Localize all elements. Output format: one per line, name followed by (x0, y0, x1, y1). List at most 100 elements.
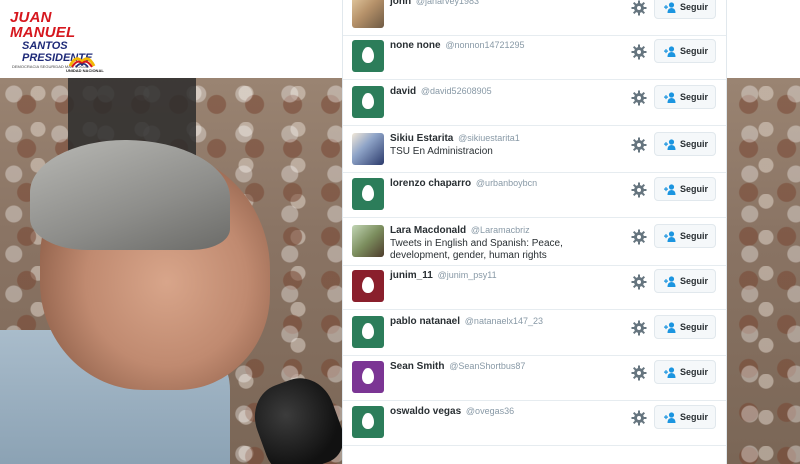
follow-button-label: Seguir (680, 276, 709, 286)
user-avatar[interactable] (352, 316, 384, 348)
follow-button[interactable]: Seguir (654, 269, 716, 293)
user-fullname[interactable]: none none (390, 40, 441, 51)
user-avatar[interactable] (352, 270, 384, 302)
add-user-icon (664, 92, 676, 103)
user-row[interactable]: oswaldo vegas @ovegas36 Seguir (343, 400, 726, 446)
gear-icon[interactable] (631, 90, 647, 106)
user-row[interactable]: none none @nonnon14721295 Seguir (343, 34, 726, 80)
follow-button[interactable]: Seguir (654, 177, 716, 201)
user-row[interactable]: lorenzo chaparro @urbanboybcn Seguir (343, 172, 726, 218)
party-name: UNIDAD NACIONAL (66, 68, 104, 73)
user-handle[interactable]: @nonnon14721295 (445, 40, 524, 50)
user-handle[interactable]: @sikiuestarita1 (458, 133, 520, 143)
user-fullname[interactable]: Lara Macdonald (390, 225, 466, 236)
party-logo-icon (68, 57, 96, 68)
logo-line-1: JUAN MANUEL (10, 9, 76, 41)
user-fullname[interactable]: oswaldo vegas (390, 406, 461, 417)
gear-icon[interactable] (631, 410, 647, 426)
follow-button-label: Seguir (680, 367, 709, 377)
gear-icon[interactable] (631, 320, 647, 336)
user-row[interactable]: junim_11 @junim_psy11 Seguir (343, 264, 726, 310)
add-user-icon (664, 46, 676, 57)
default-egg-icon (362, 323, 374, 339)
follow-button[interactable]: Seguir (654, 405, 716, 429)
user-handle[interactable]: @david52608905 (421, 86, 492, 96)
user-avatar[interactable] (352, 0, 384, 28)
gear-icon[interactable] (631, 44, 647, 60)
gear-icon[interactable] (631, 137, 647, 153)
user-fullname[interactable]: lorenzo chaparro (390, 178, 471, 189)
add-user-icon (664, 276, 676, 287)
user-row[interactable]: Lara Macdonald @Laramacbriz Tweets in Eng… (343, 219, 726, 266)
follow-button[interactable]: Seguir (654, 85, 716, 109)
gear-icon[interactable] (631, 182, 647, 198)
follow-button-label: Seguir (680, 231, 709, 241)
user-handle[interactable]: @jaharvey1983 (416, 0, 479, 6)
add-user-icon (664, 412, 676, 423)
user-name-line: david @david52608905 (390, 86, 492, 97)
user-handle[interactable]: @Laramacbriz (471, 225, 530, 235)
user-bio: TSU En Administracion (390, 146, 493, 157)
user-fullname[interactable]: david (390, 86, 416, 97)
default-egg-icon (362, 185, 374, 201)
user-avatar[interactable] (352, 225, 384, 257)
user-avatar[interactable] (352, 178, 384, 210)
user-name-line: pablo natanael @natanaelx147_23 (390, 316, 543, 327)
user-avatar[interactable] (352, 406, 384, 438)
add-user-icon (664, 322, 676, 333)
gear-icon[interactable] (631, 365, 647, 381)
user-handle[interactable]: @junim_psy11 (438, 270, 497, 280)
user-name-line: Lara Macdonald @Laramacbriz (390, 225, 530, 236)
default-egg-icon (362, 93, 374, 109)
user-name-line: none none @nonnon14721295 (390, 40, 525, 51)
speaker-hair (30, 140, 230, 250)
user-name-line: john @jaharvey1983 (390, 0, 479, 7)
follow-button-label: Seguir (680, 92, 709, 102)
default-egg-icon (362, 368, 374, 384)
user-avatar[interactable] (352, 86, 384, 118)
follow-suggestions-list: john @jaharvey1983 Seguir none none @nonno… (342, 0, 727, 464)
follow-button-label: Seguir (680, 2, 709, 12)
user-fullname[interactable]: pablo natanael (390, 316, 460, 327)
gear-icon[interactable] (631, 274, 647, 290)
user-fullname[interactable]: Sean Smith (390, 361, 444, 372)
follow-button[interactable]: Seguir (654, 360, 716, 384)
follow-button[interactable]: Seguir (654, 315, 716, 339)
default-egg-icon (362, 47, 374, 63)
add-user-icon (664, 2, 676, 13)
user-handle[interactable]: @natanaelx147_23 (465, 316, 543, 326)
add-user-icon (664, 184, 676, 195)
follow-button[interactable]: Seguir (654, 0, 716, 19)
follow-button-label: Seguir (680, 46, 709, 56)
user-handle[interactable]: @ovegas36 (466, 406, 514, 416)
user-fullname[interactable]: john (390, 0, 411, 7)
follow-button[interactable]: Seguir (654, 39, 716, 63)
add-user-icon (664, 367, 676, 378)
user-row[interactable]: john @jaharvey1983 Seguir (343, 0, 726, 36)
follow-button[interactable]: Seguir (654, 132, 716, 156)
user-bio: Tweets in English and Spanish: Peace, de… (390, 238, 563, 261)
user-row[interactable]: pablo natanael @natanaelx147_23 Seguir (343, 310, 726, 356)
user-fullname[interactable]: junim_11 (390, 270, 433, 281)
user-row[interactable]: Sikiu Estarita @sikiuestarita1 TSU En Adm… (343, 127, 726, 173)
user-name-line: Sean Smith @SeanShortbus87 (390, 361, 525, 372)
user-avatar[interactable] (352, 133, 384, 165)
user-avatar[interactable] (352, 361, 384, 393)
user-handle[interactable]: @urbanboybcn (476, 178, 537, 188)
default-egg-icon (362, 413, 374, 429)
gear-icon[interactable] (631, 229, 647, 245)
add-user-icon (664, 139, 676, 150)
user-row[interactable]: david @david52608905 Seguir (343, 80, 726, 126)
follow-button-label: Seguir (680, 139, 709, 149)
user-handle[interactable]: @SeanShortbus87 (449, 361, 525, 371)
user-row[interactable]: Sean Smith @SeanShortbus87 Seguir (343, 355, 726, 401)
user-fullname[interactable]: Sikiu Estarita (390, 133, 453, 144)
follow-button-label: Seguir (680, 412, 709, 422)
follow-button[interactable]: Seguir (654, 224, 716, 248)
default-egg-icon (362, 277, 374, 293)
gear-icon[interactable] (631, 0, 647, 16)
user-name-line: junim_11 @junim_psy11 (390, 270, 497, 281)
add-user-icon (664, 231, 676, 242)
user-avatar[interactable] (352, 40, 384, 72)
follow-button-label: Seguir (680, 322, 709, 332)
